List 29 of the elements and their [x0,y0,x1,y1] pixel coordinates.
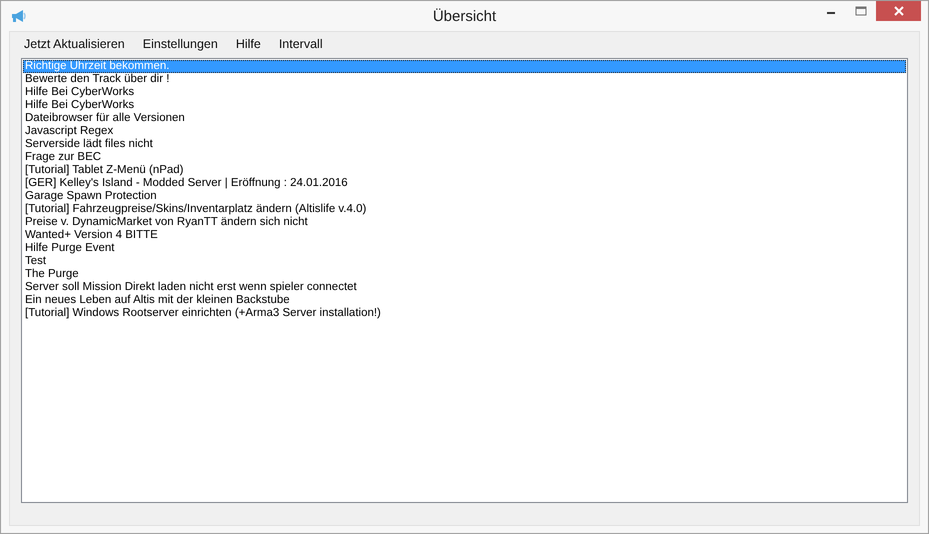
close-icon [894,6,904,16]
menu-item[interactable]: Intervall [270,37,332,51]
close-button[interactable] [876,1,921,21]
menu-item[interactable]: Hilfe [226,37,270,51]
list-item[interactable]: [Tutorial] Fahrzeugpreise/Skins/Inventarplatz ändern (Altislife v.4.0) [23,203,906,216]
window-title: Übersicht [432,8,496,25]
list-item[interactable]: Bewerte den Track über dir ! [23,73,906,86]
list-item[interactable]: Preise v. DynamicMarket von RyanTT ändern sich nicht [23,216,906,229]
list-item[interactable]: Serverside lädt files nicht [23,138,906,151]
list-item[interactable]: Hilfe Bei CyberWorks [23,86,906,99]
menu-item[interactable]: Jetzt Aktualisieren [15,37,134,51]
list-box[interactable] [21,58,908,503]
list-item[interactable]: The Purge [23,268,906,281]
list-item[interactable]: Hilfe Purge Event [23,242,906,255]
megaphone-icon [11,9,27,23]
menu-item[interactable]: Einstellungen [134,37,227,51]
list-item[interactable]: Frage zur BEC [23,151,906,164]
list-item[interactable]: Javascript Regex [23,125,906,138]
list-item[interactable]: Dateibrowser für alle Versionen [23,112,906,125]
list-item[interactable]: Test [23,255,906,268]
list-item[interactable]: Wanted+ Version 4 BITTE [23,229,906,242]
list-item[interactable]: [Tutorial] Tablet Z-Menü (nPad) [23,164,906,177]
list-item[interactable]: [GER] Kelley's Island - Modded Server | Eröffnung : 24.01.2016 [23,177,906,190]
list-item[interactable]: [Tutorial] Windows Rootserver einrichten (+Arma3 Server installation!) [23,307,906,320]
list-item[interactable]: Ein neues Leben auf Altis mit der kleinen Backstube [23,294,906,307]
list-item[interactable]: Garage Spawn Protection [23,190,906,203]
list-item[interactable]: Server soll Mission Direkt laden nicht erst wenn spieler connectet [23,281,906,294]
list-item[interactable]: Hilfe Bei CyberWorks [23,99,906,112]
maximize-icon [855,6,867,16]
